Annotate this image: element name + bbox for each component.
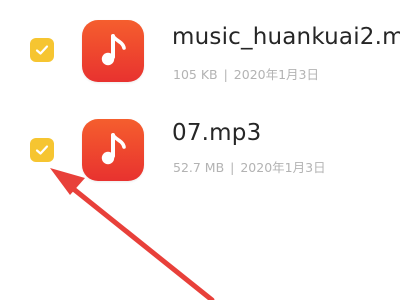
file-size: 105 KB: [173, 67, 218, 82]
file-list-screen: music_huankuai2.m 105 KB | 2020年1月3日 07.…: [0, 0, 400, 300]
file-select-checkbox[interactable]: [30, 38, 54, 62]
music-file-icon: [82, 119, 144, 181]
file-date: 2020年1月3日: [233, 67, 320, 82]
meta-separator: |: [230, 160, 235, 175]
checkmark-icon: [35, 145, 49, 155]
music-file-icon: [82, 20, 144, 82]
meta-separator: |: [223, 67, 228, 82]
file-meta: 105 KB | 2020年1月3日: [173, 64, 319, 83]
music-note-icon: [101, 133, 126, 165]
file-size: 52.7 MB: [173, 160, 225, 175]
file-date: 2020年1月3日: [240, 160, 326, 175]
checkmark-icon: [35, 45, 49, 55]
file-name: music_huankuai2.m: [172, 24, 400, 50]
file-select-checkbox[interactable]: [30, 138, 54, 162]
file-meta: 52.7 MB | 2020年1月3日: [173, 157, 326, 176]
file-name: 07.mp3: [172, 120, 262, 146]
music-note-icon: [101, 34, 126, 66]
file-list-item[interactable]: music_huankuai2.m 105 KB | 2020年1月3日: [0, 0, 400, 100]
file-list-item[interactable]: 07.mp3 52.7 MB | 2020年1月3日: [0, 105, 400, 205]
